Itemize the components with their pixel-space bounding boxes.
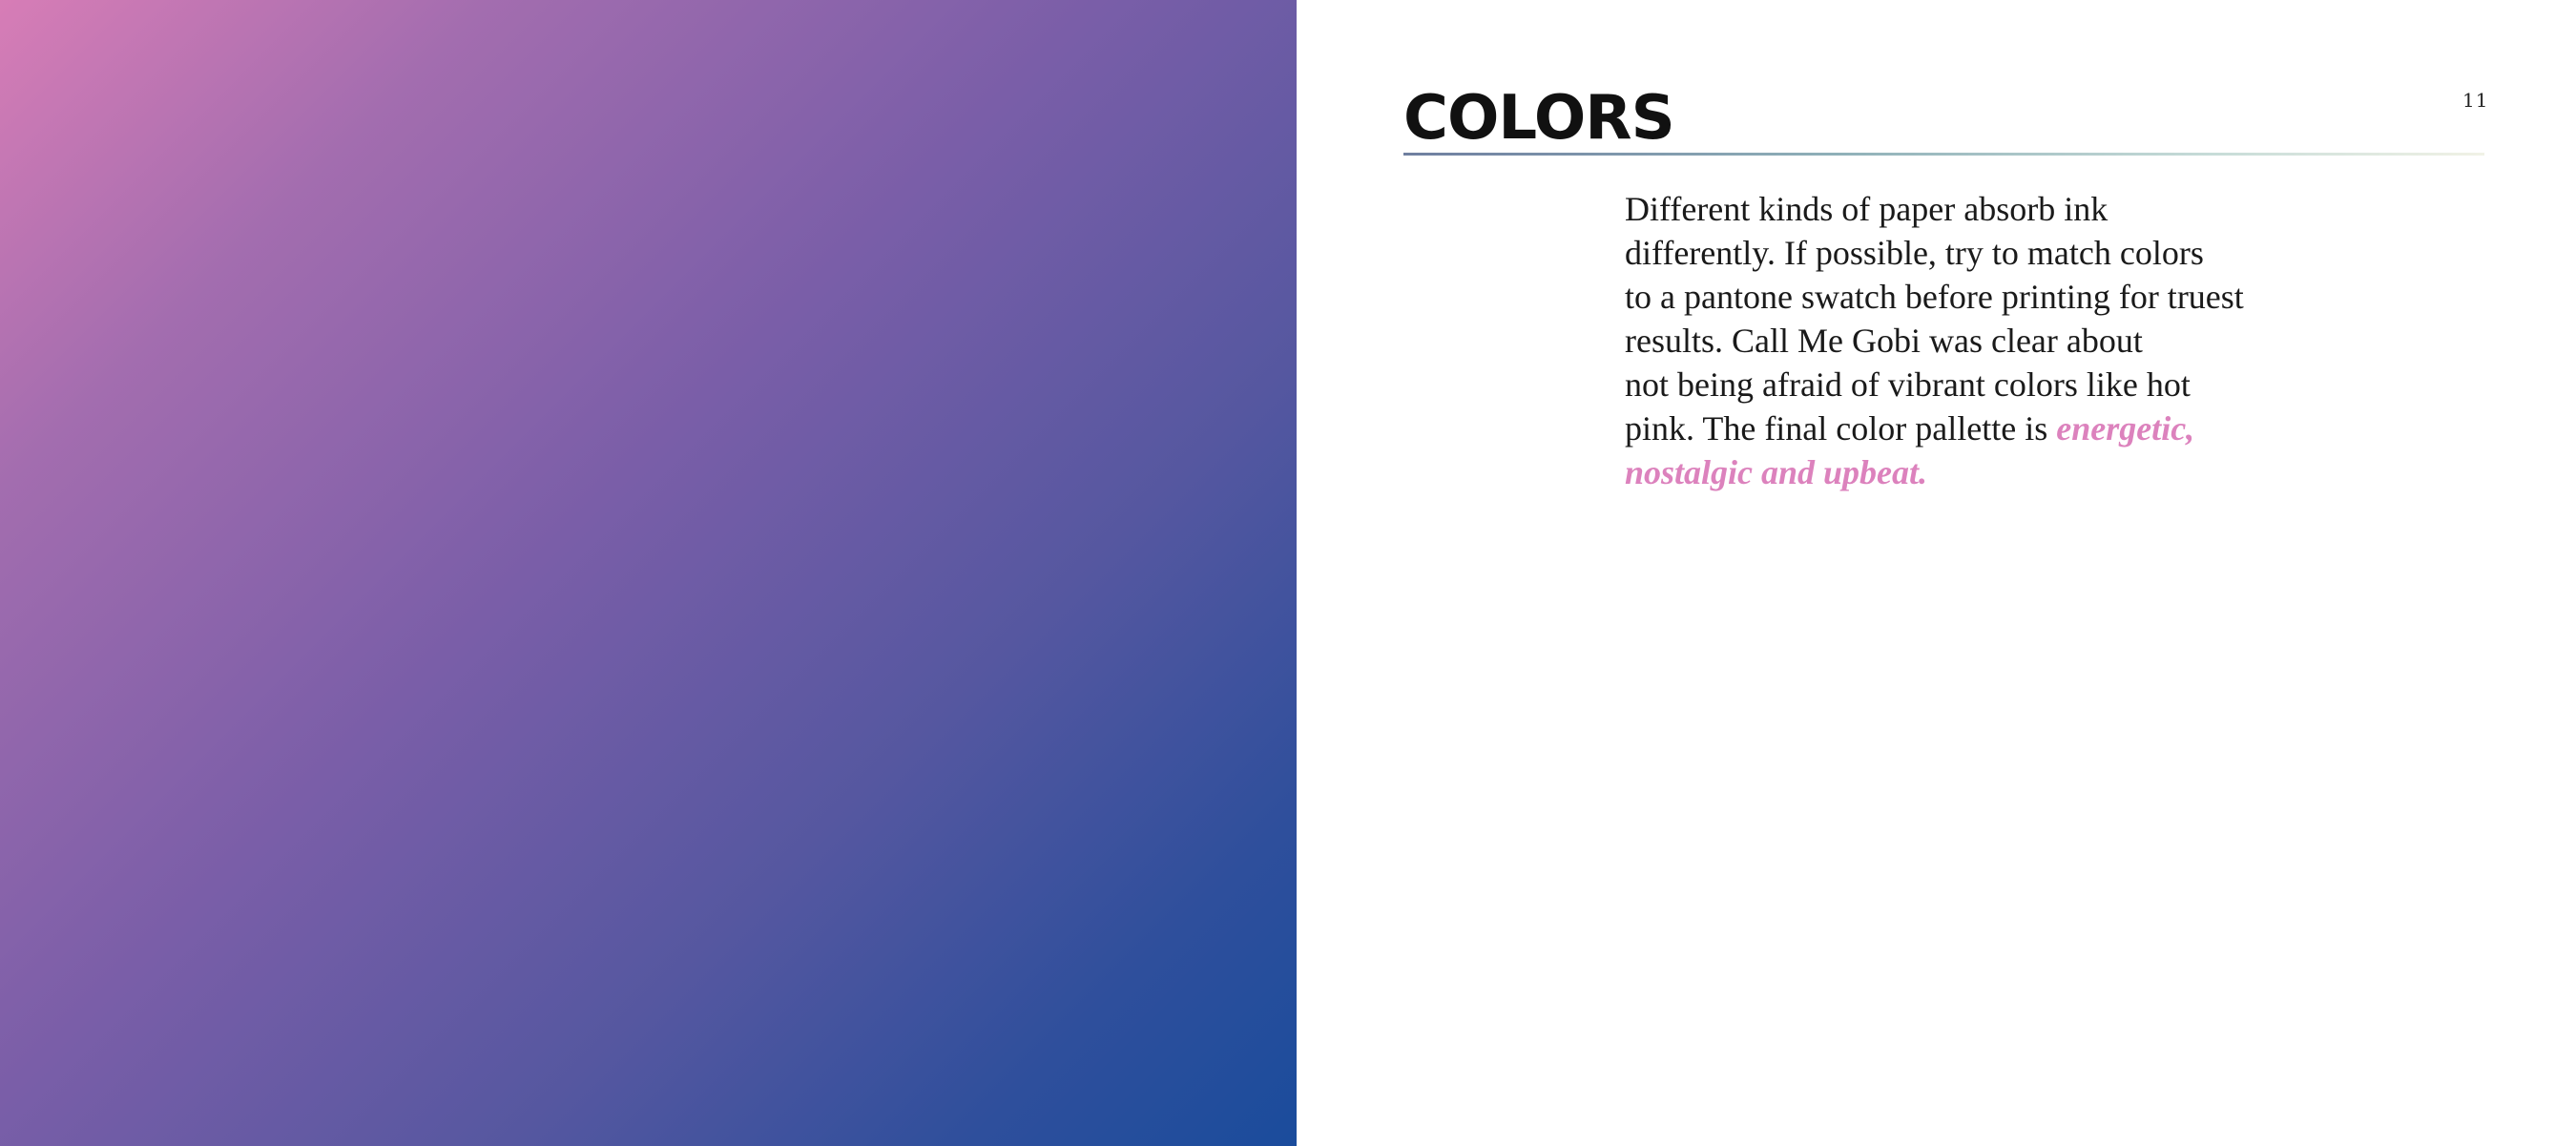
body-line-3: to a pantone swatch before printing for …	[1625, 278, 2244, 316]
colors-text-page: 11 COLORS Different kinds of paper absor…	[1297, 0, 2576, 1146]
title-gradient-rule	[1403, 153, 2484, 156]
book-spread: 11 COLORS Different kinds of paper absor…	[0, 0, 2576, 1146]
gradient-color-page	[0, 0, 1297, 1146]
body-line-2: differently. If possible, try to match c…	[1625, 234, 2204, 272]
highlight-energetic: energetic,	[2056, 409, 2195, 448]
page-number: 11	[2462, 89, 2489, 112]
section-title: COLORS	[1403, 83, 1675, 154]
body-paragraph: Different kinds of paper absorb ink diff…	[1625, 187, 2293, 494]
body-line-6: pink. The final color pallette is energe…	[1625, 406, 2293, 450]
body-line-1: Different kinds of paper absorb ink	[1625, 190, 2109, 228]
highlight-nostalgic-upbeat: nostalgic and upbeat.	[1625, 453, 1928, 491]
body-line-5: not being afraid of vibrant colors like …	[1625, 365, 2191, 404]
body-line-6-text: pink. The final color pallette is	[1625, 409, 2057, 448]
body-line-7: nostalgic and upbeat.	[1625, 450, 2293, 494]
body-line-4: results. Call Me Gobi was clear about	[1625, 322, 2143, 360]
